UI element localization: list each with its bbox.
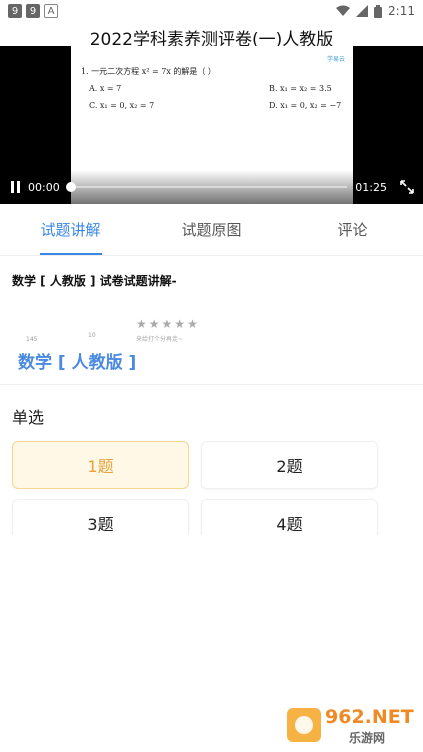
battery-icon [374,4,383,18]
watermark-bottom: 乐游网 [349,731,386,745]
clock: 2:11 [388,4,415,18]
watermark: 962.NET 乐游网 [287,704,415,746]
question-button-4[interactable]: 4题 [201,499,378,535]
duration: 01:25 [355,180,387,194]
tab-comments[interactable]: 评论 [282,204,423,255]
seek-bar[interactable] [65,182,348,192]
current-time: 00:00 [28,180,60,194]
question-text: 1. 一元二次方程 x² = 7x 的解是（ ） [81,67,216,76]
option-c: C. x₁ = 0, x₂ = 7 [89,101,155,110]
rating-stars[interactable]: ★ ★ ★ ★ ★ [136,318,198,330]
video-logo: 学易云 [326,56,345,63]
tab-original-image[interactable]: 试题原图 [141,204,282,255]
option-a: A. x = 7 [89,84,122,93]
pause-icon[interactable] [8,180,22,194]
star-icon[interactable]: ★ [149,318,160,330]
question-grid-overflow: 3题 4题 [0,497,423,535]
section-title: 数学 [ 人教版 ] 试卷试题讲解- [12,274,177,288]
tab-explanation[interactable]: 试题讲解 [0,204,141,255]
question-type-label: 单选 [12,408,45,427]
signal-icon [356,5,369,17]
video-controls: 00:00 01:25 [0,170,423,204]
divider [0,384,423,385]
notification-icon: 9 [8,4,22,18]
option-d: D. x₁ = 0, x₂ = −7 [269,101,342,110]
tab-bar: 试题讲解 试题原图 评论 [0,204,423,256]
option-b: B. x₁ = x₂ = 3.5 [269,84,332,93]
question-button-3[interactable]: 3题 [12,499,189,535]
question-button-2[interactable]: 2题 [201,441,378,489]
fullscreen-icon[interactable] [399,179,415,195]
notification-icon: 9 [26,4,40,18]
star-icon[interactable]: ★ [174,318,185,330]
thumb-number: 145 [26,336,38,343]
wifi-icon [336,5,351,16]
watermark-top: 962.NET [325,706,414,728]
star-icon[interactable]: ★ [187,318,198,330]
seek-thumb[interactable] [65,182,76,192]
star-icon[interactable]: ★ [162,318,173,330]
notification-icons: 9 9 A [8,4,58,18]
book-name: 数学 [ 人教版 ] [18,353,137,373]
notification-icon: A [44,4,58,18]
video-player[interactable]: 学易云 1. 一元二次方程 x² = 7x 的解是（ ） A. x = 7 B.… [0,46,423,204]
thumb-number: 10 [88,332,96,339]
star-icon[interactable]: ★ [136,318,147,330]
question-button-1[interactable]: 1题 [12,441,189,489]
status-bar: 9 9 A 2:11 [0,0,423,22]
rating-hint: 来给打个分再走~ [136,336,184,343]
